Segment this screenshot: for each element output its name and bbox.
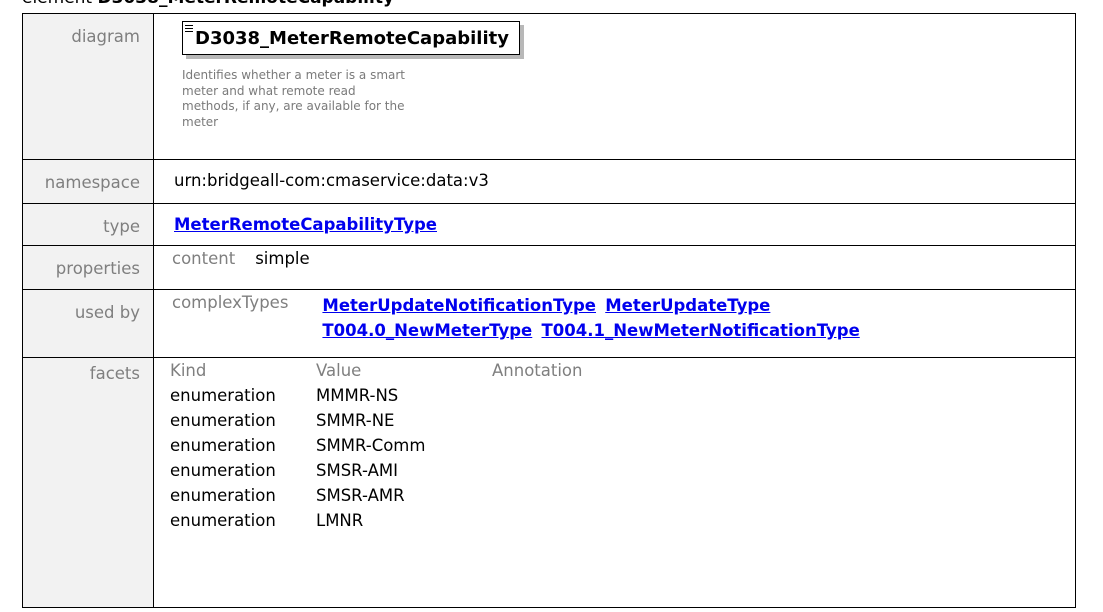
used-by-key: complexTypes: [172, 293, 289, 312]
element-box[interactable]: D3038_MeterRemoteCapability: [182, 21, 520, 55]
facets-header-value: Value: [316, 361, 362, 380]
facet-kind: enumeration: [170, 436, 276, 455]
namespace-value: urn:bridgeall-com:cmaservice:data:v3: [153, 159, 1076, 204]
facet-value: SMSR-AMR: [316, 486, 405, 505]
facets-table: Kind Value Annotation enumeration MMMR-N…: [168, 361, 582, 536]
used-by-link[interactable]: MeterUpdateNotificationType: [322, 296, 596, 315]
element-properties-table: diagram D3038_MeterRemoteCapability Iden…: [22, 13, 1076, 608]
used-by-inner-table: complexTypes MeterUpdateNotificationType…: [172, 293, 864, 357]
namespace-row: namespace urn:bridgeall-com:cmaservice:d…: [22, 159, 1076, 204]
facet-value: SMMR-Comm: [316, 436, 426, 455]
facet-row: enumeration LMNR: [168, 511, 582, 536]
heading-element-name: D3038_MeterRemoteCapability: [98, 0, 395, 8]
element-documentation: Identifies whether a meter is a smart me…: [182, 68, 406, 129]
namespace-label: namespace: [22, 159, 154, 204]
properties-cell: content simple: [153, 245, 1076, 290]
facets-row: facets Kind Value Annotation enumeration…: [22, 357, 1076, 608]
element-diagram: D3038_MeterRemoteCapability Identifies w…: [174, 19, 1075, 149]
facets-header-row: Kind Value Annotation: [168, 361, 582, 386]
properties-label: properties: [22, 245, 154, 290]
facets-header-annotation: Annotation: [492, 361, 583, 380]
type-label: type: [22, 203, 154, 246]
type-row: type MeterRemoteCapabilityType: [22, 203, 1076, 246]
used-by-links: MeterUpdateNotificationType MeterUpdateT…: [322, 293, 863, 357]
properties-key: content: [172, 249, 236, 268]
type-cell: MeterRemoteCapabilityType: [153, 203, 1076, 246]
facet-kind: enumeration: [170, 411, 276, 430]
xsd-doc-page: element D3038_MeterRemoteCapability diag…: [0, 0, 1103, 612]
properties-row: properties content simple: [22, 245, 1076, 290]
facet-row: enumeration MMMR-NS: [168, 386, 582, 411]
facet-value: SMMR-NE: [316, 411, 395, 430]
element-lines-icon: [185, 25, 193, 32]
used-by-row: used by complexTypes MeterUpdateNotifica…: [22, 289, 1076, 358]
facet-row: enumeration SMSR-AMR: [168, 486, 582, 511]
facet-value: MMMR-NS: [316, 386, 399, 405]
used-by-link[interactable]: T004.0_NewMeterType: [322, 321, 532, 340]
type-link[interactable]: MeterRemoteCapabilityType: [174, 215, 437, 234]
element-heading: element D3038_MeterRemoteCapability: [22, 0, 394, 8]
facet-kind: enumeration: [170, 486, 276, 505]
properties-value: simple: [255, 249, 310, 268]
used-by-label: used by: [22, 289, 154, 358]
facet-kind: enumeration: [170, 461, 276, 480]
facet-row: enumeration SMMR-Comm: [168, 436, 582, 461]
facet-row: enumeration SMMR-NE: [168, 411, 582, 436]
facet-value: LMNR: [316, 511, 364, 530]
diagram-row: diagram D3038_MeterRemoteCapability Iden…: [22, 13, 1076, 160]
facet-row: enumeration SMSR-AMI: [168, 461, 582, 486]
diagram-cell: D3038_MeterRemoteCapability Identifies w…: [153, 13, 1076, 160]
facet-kind: enumeration: [170, 386, 276, 405]
facets-cell: Kind Value Annotation enumeration MMMR-N…: [153, 357, 1076, 608]
used-by-link[interactable]: T004.1_NewMeterNotificationType: [542, 321, 860, 340]
element-box-name: D3038_MeterRemoteCapability: [195, 27, 509, 49]
facet-value: SMSR-AMI: [316, 461, 398, 480]
facets-header-kind: Kind: [170, 361, 207, 380]
heading-prefix: element: [22, 0, 92, 8]
properties-inner-table: content simple: [172, 249, 310, 289]
facet-kind: enumeration: [170, 511, 276, 530]
used-by-link[interactable]: MeterUpdateType: [605, 296, 770, 315]
diagram-label: diagram: [22, 13, 154, 160]
used-by-cell: complexTypes MeterUpdateNotificationType…: [153, 289, 1076, 358]
facets-label: facets: [22, 357, 154, 608]
